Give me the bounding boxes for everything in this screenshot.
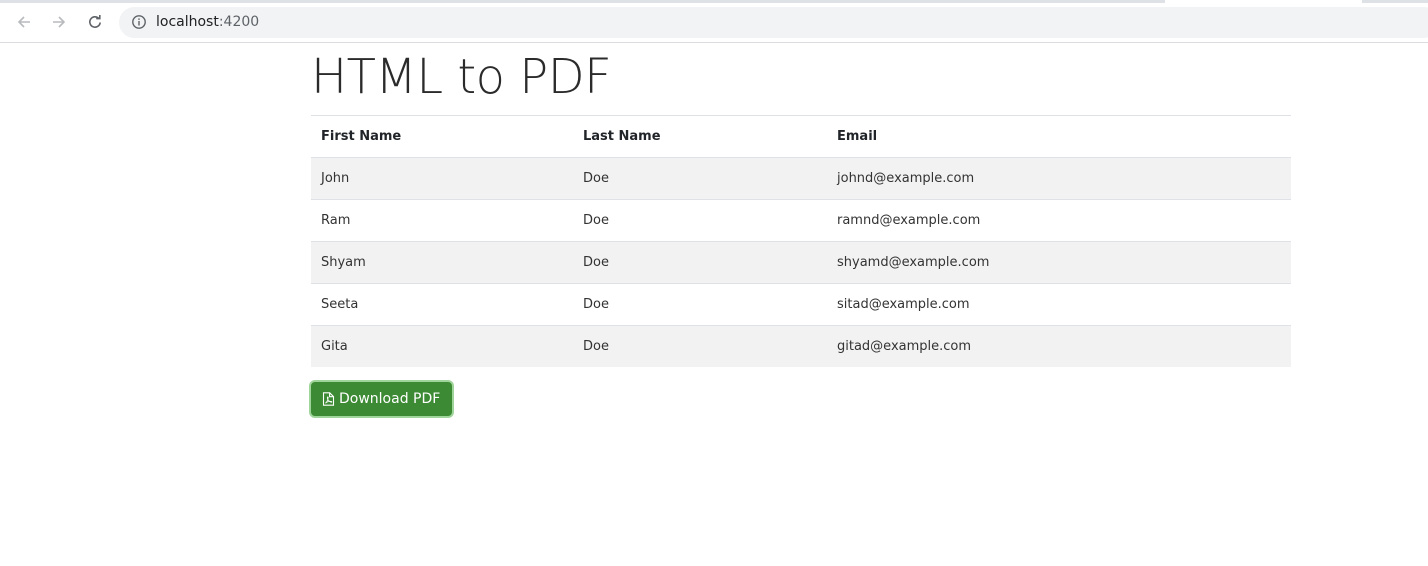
- url-host: localhost: [156, 14, 219, 30]
- reload-button[interactable]: [80, 7, 110, 37]
- table-header-row: First Name Last Name Email: [311, 115, 1291, 158]
- cell-email: johnd@example.com: [827, 157, 1291, 200]
- browser-toolbar: localhost:4200: [0, 3, 1428, 43]
- address-bar[interactable]: localhost:4200: [119, 7, 1428, 38]
- cell-last-name: Doe: [573, 325, 827, 367]
- info-icon[interactable]: [131, 14, 147, 30]
- cell-email: gitad@example.com: [827, 325, 1291, 367]
- table-row: John Doe johnd@example.com: [311, 157, 1291, 200]
- url-text[interactable]: localhost:4200: [156, 7, 259, 38]
- page-title: HTML to PDF: [311, 43, 1291, 115]
- table-body: John Doe johnd@example.com Ram Doe ramnd…: [311, 157, 1291, 367]
- column-header-last-name: Last Name: [573, 115, 827, 158]
- cell-first-name: Ram: [311, 199, 573, 242]
- table-header: First Name Last Name Email: [311, 115, 1291, 158]
- forward-button[interactable]: [44, 7, 74, 37]
- users-table: First Name Last Name Email John Doe john…: [311, 115, 1291, 367]
- back-button[interactable]: [9, 7, 39, 37]
- cell-first-name: Gita: [311, 325, 573, 367]
- column-header-first-name: First Name: [311, 115, 573, 158]
- cell-first-name: John: [311, 157, 573, 200]
- cell-first-name: Shyam: [311, 241, 573, 284]
- download-pdf-button[interactable]: Download PDF: [311, 382, 453, 416]
- download-pdf-label: Download PDF: [339, 391, 441, 407]
- cell-first-name: Seeta: [311, 283, 573, 326]
- cell-last-name: Doe: [573, 283, 827, 326]
- column-header-email: Email: [827, 115, 1291, 158]
- page-title-text: HTML to PDF: [311, 49, 612, 105]
- cell-email: shyamd@example.com: [827, 241, 1291, 284]
- arrow-right-icon: [53, 16, 66, 28]
- file-pdf-icon: [322, 392, 335, 406]
- cell-last-name: Doe: [573, 157, 827, 200]
- cell-email: sitad@example.com: [827, 283, 1291, 326]
- url-port: :4200: [218, 14, 260, 30]
- table-row: Shyam Doe shyamd@example.com: [311, 241, 1291, 284]
- reload-icon: [89, 15, 101, 28]
- table-row: Seeta Doe sitad@example.com: [311, 283, 1291, 326]
- cell-email: ramnd@example.com: [827, 199, 1291, 242]
- cell-last-name: Doe: [573, 199, 827, 242]
- page-content: HTML to PDF First Name Last Name Email J…: [311, 43, 1291, 416]
- cell-last-name: Doe: [573, 241, 827, 284]
- table-row: Gita Doe gitad@example.com: [311, 325, 1291, 367]
- table-row: Ram Doe ramnd@example.com: [311, 199, 1291, 242]
- arrow-left-icon: [17, 16, 30, 28]
